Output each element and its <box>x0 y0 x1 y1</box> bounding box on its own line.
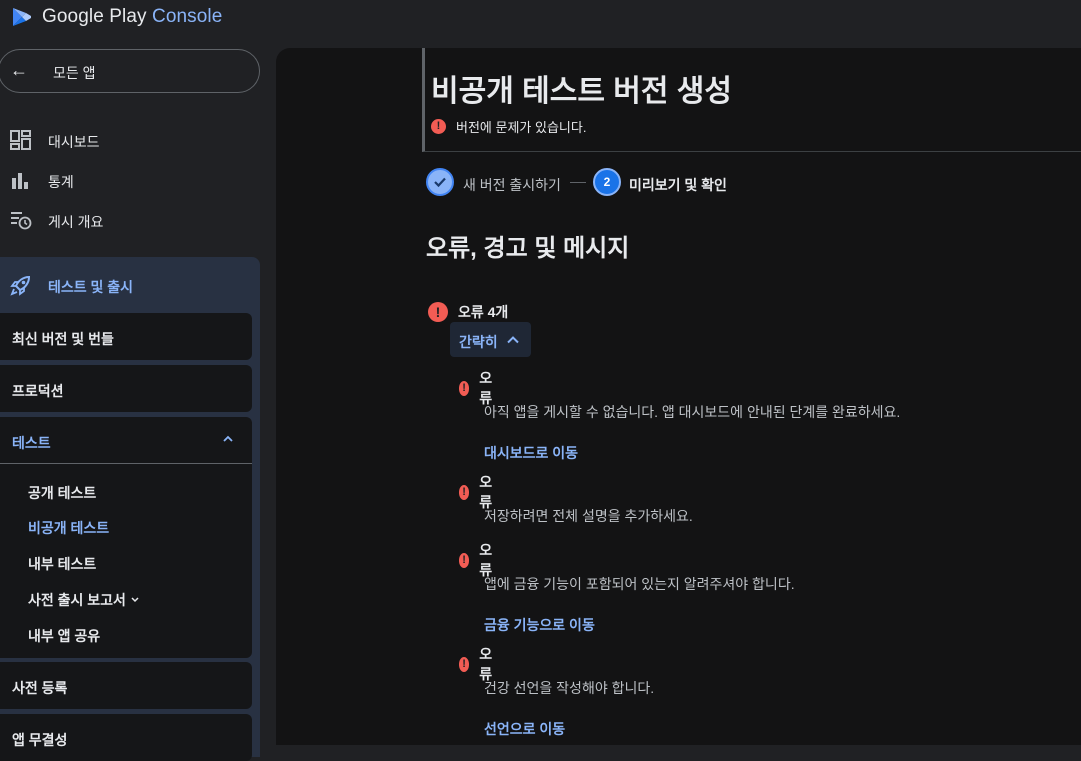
app-logo[interactable]: Google Play Console <box>10 4 222 30</box>
release-section: 테스트 및 출시 최신 버전 및 번들 프로덕션 테스트 공개 테스트 비공개 … <box>0 257 260 761</box>
chevron-up-icon[interactable] <box>222 433 234 445</box>
sidebar-item-label: 통계 <box>48 174 74 190</box>
step-2-label: 미리보기 및 확인 <box>629 177 727 193</box>
error-description: 앱에 금융 기능이 포함되어 있는지 알려주셔야 합니다. <box>484 576 795 592</box>
sidebar-item-latest-releases[interactable]: 최신 버전 및 번들 <box>0 313 252 360</box>
step-connector <box>570 182 586 183</box>
sidebar-subitem-pre-launch-report[interactable]: 사전 출시 보고서 <box>28 590 140 610</box>
dashboard-icon <box>10 130 31 150</box>
sidebar-item-testing-and-release[interactable]: 테스트 및 출시 <box>0 257 260 311</box>
sidebar-item-label: 대시보드 <box>48 134 100 150</box>
top-bar: Google Play Console <box>0 0 1081 40</box>
app-title: Google Play Console <box>42 6 223 27</box>
error-count: ! 오류 4개 <box>428 302 508 322</box>
bar-chart-icon <box>12 173 28 189</box>
sidebar-item-label: 최신 버전 및 번들 <box>12 331 114 347</box>
error-icon: ! <box>459 380 470 396</box>
all-apps-label: 모든 앱 <box>53 65 96 81</box>
sidebar-item-publishing-overview[interactable]: 게시 개요 <box>0 202 260 238</box>
error-description: 건강 선언을 작성해야 합니다. <box>484 680 655 696</box>
divider <box>0 463 252 464</box>
error-icon: ! <box>431 119 446 134</box>
collapse-label: 간략히 <box>459 334 498 350</box>
sidebar-item-app-integrity[interactable]: 앱 무결성 <box>0 714 252 761</box>
all-apps-button[interactable]: ← 모든 앱 <box>0 49 260 93</box>
publishing-overview-icon <box>11 212 32 230</box>
step-1-label[interactable]: 새 버전 출시하기 <box>463 175 561 195</box>
release-error-banner: ! 버전에 문제가 있습니다. <box>431 117 586 136</box>
error-count-label: 오류 4개 <box>458 304 509 320</box>
sidebar-item-dashboard[interactable]: 대시보드 <box>0 122 260 158</box>
sidebar: ← 모든 앱 대시보드 통계 게시 개요 테스트 및 출시 최신 버전 및 번들… <box>0 40 276 761</box>
error-icon: ! <box>428 302 448 322</box>
go-to-declaration-link[interactable]: 선언으로 이동 <box>484 719 565 739</box>
rocket-icon <box>10 275 31 296</box>
main-panel: 비공개 테스트 버전 생성 ! 버전에 문제가 있습니다. 새 버전 출시하기 … <box>276 48 1081 745</box>
error-description: 저장하려면 전체 설명을 추가하세요. <box>484 508 693 524</box>
release-error-text: 버전에 문제가 있습니다. <box>456 120 587 135</box>
chevron-down-icon <box>131 597 139 603</box>
sidebar-item-label: 게시 개요 <box>48 214 104 230</box>
arrow-back-icon: ← <box>10 60 28 80</box>
title-block: 비공개 테스트 버전 생성 ! 버전에 문제가 있습니다. <box>422 48 1081 152</box>
error-icon: ! <box>459 552 470 568</box>
error-icon: ! <box>459 656 470 672</box>
release-section-label: 테스트 및 출시 <box>48 279 134 295</box>
sidebar-subitem-internal-testing[interactable]: 내부 테스트 <box>28 554 96 574</box>
sidebar-item-testing[interactable]: 테스트 공개 테스트 비공개 테스트 내부 테스트 사전 출시 보고서 내부 앱… <box>0 417 252 658</box>
error-icon: ! <box>459 484 470 500</box>
go-to-dashboard-link[interactable]: 대시보드로 이동 <box>484 443 578 463</box>
sidebar-item-label: 앱 무결성 <box>12 732 68 748</box>
sidebar-subitem-open-testing[interactable]: 공개 테스트 <box>28 483 96 503</box>
error-description: 아직 앱을 게시할 수 없습니다. 앱 대시보드에 안내된 단계를 완료하세요. <box>484 404 901 420</box>
go-to-financial-features-link[interactable]: 금융 기능으로 이동 <box>484 615 595 635</box>
page-title: 비공개 테스트 버전 생성 <box>431 75 733 108</box>
step-2-number: 2 <box>593 168 621 196</box>
sidebar-item-production[interactable]: 프로덕션 <box>0 365 252 412</box>
sidebar-subitem-closed-testing[interactable]: 비공개 테스트 <box>28 518 109 538</box>
google-play-console-logo-icon <box>13 8 31 26</box>
chevron-up-icon <box>507 336 519 344</box>
sidebar-subitem-internal-app-sharing[interactable]: 내부 앱 공유 <box>28 626 100 646</box>
section-title: 오류, 경고 및 메시지 <box>426 235 630 262</box>
sidebar-item-label: 테스트 <box>12 435 51 451</box>
sidebar-item-label: 프로덕션 <box>12 383 64 399</box>
sidebar-item-label: 사전 등록 <box>12 680 68 696</box>
sidebar-item-statistics[interactable]: 통계 <box>0 162 260 198</box>
sidebar-item-pre-registration[interactable]: 사전 등록 <box>0 662 252 709</box>
collapse-button[interactable]: 간략히 <box>450 322 531 357</box>
check-icon[interactable] <box>426 168 454 196</box>
